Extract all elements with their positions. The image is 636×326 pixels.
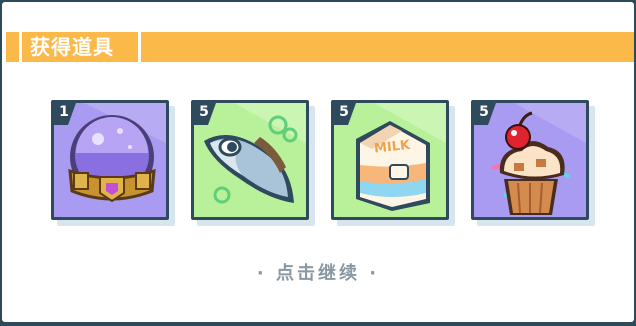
item-slot-milk[interactable]: MILK 5 (331, 100, 455, 226)
tap-to-continue[interactable]: · 点击继续 · (2, 259, 634, 285)
item-quantity: 5 (479, 104, 489, 120)
item-slot-fish[interactable]: 5 (191, 100, 315, 226)
item-list: 1 5 MILK 5 5 (2, 100, 634, 226)
item-slot-cupcake[interactable]: 5 (471, 100, 595, 226)
title-bar: 获得道具 (2, 32, 634, 62)
item-quantity: 5 (199, 104, 209, 120)
quantity-badge: 1 (54, 103, 78, 127)
title-accent-tab (6, 32, 19, 62)
item-quantity: 5 (339, 104, 349, 120)
dialog-title: 获得道具 (22, 32, 138, 62)
title-stripe (141, 32, 634, 62)
item-quantity: 1 (59, 104, 69, 120)
quantity-badge: 5 (334, 103, 358, 127)
reward-dialog[interactable]: 获得道具 1 5 MILK 5 5 · 点击继续 · (2, 2, 634, 322)
item-slot-helmet[interactable]: 1 (51, 100, 175, 226)
quantity-badge: 5 (194, 103, 218, 127)
quantity-badge: 5 (474, 103, 498, 127)
